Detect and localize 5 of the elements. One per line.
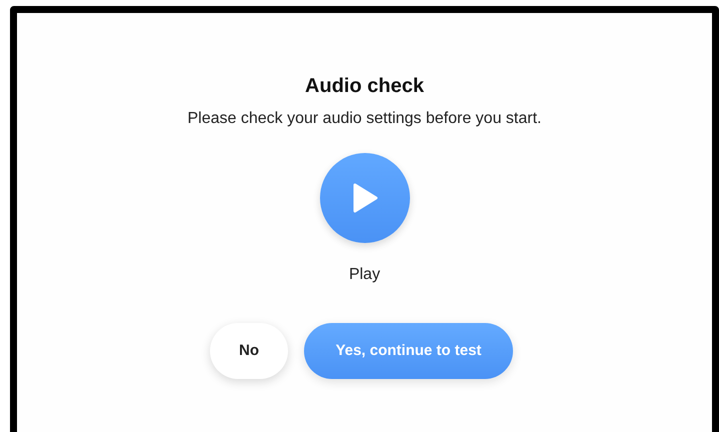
- instruction-text: Please check your audio settings before you start.: [188, 109, 542, 129]
- dialog-title: Audio check: [305, 74, 424, 99]
- play-label: Play: [348, 265, 380, 285]
- no-button[interactable]: No: [210, 323, 288, 379]
- play-icon: [352, 183, 378, 213]
